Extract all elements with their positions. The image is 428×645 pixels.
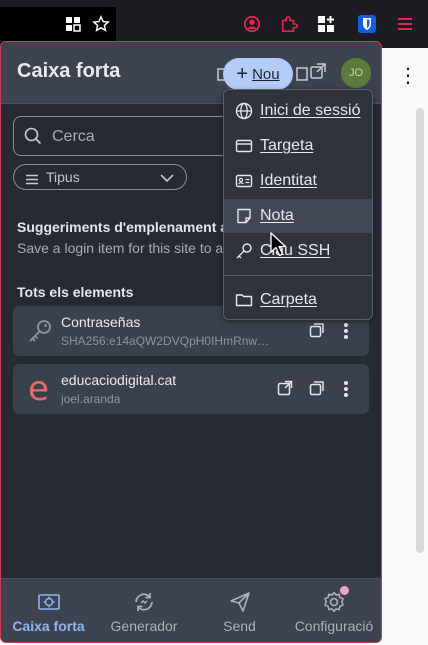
globe-icon bbox=[235, 102, 253, 120]
list-icon bbox=[26, 172, 38, 188]
key-icon bbox=[27, 318, 53, 349]
ssh-key-icon bbox=[235, 242, 253, 260]
new-button-label: Nou bbox=[252, 65, 280, 83]
menu-item-label: Carpeta bbox=[260, 291, 317, 308]
item-name[interactable]: Contraseñas bbox=[61, 314, 140, 330]
tab-vault[interactable]: Caixa forta bbox=[1, 579, 96, 642]
page-scrollbar[interactable] bbox=[416, 108, 424, 553]
menu-item-folder[interactable]: Carpeta bbox=[224, 283, 372, 317]
tab-label: Configuració bbox=[294, 617, 374, 634]
search-placeholder: Cerca bbox=[52, 128, 95, 145]
menu-item-ssh-key[interactable]: Clau SSH bbox=[224, 234, 372, 268]
page-title: Caixa forta bbox=[17, 60, 121, 82]
menu-divider bbox=[224, 275, 372, 276]
site-favicon-e: e bbox=[27, 369, 55, 410]
page-background: ⋮ bbox=[380, 48, 428, 645]
generator-icon bbox=[132, 590, 156, 614]
all-items-heading: Tots els elements bbox=[17, 284, 134, 300]
menu-item-login[interactable]: Inici de sessió bbox=[224, 94, 372, 128]
extensions-grid-icon[interactable] bbox=[316, 14, 336, 34]
folder-icon bbox=[235, 291, 253, 309]
more-options-icon[interactable] bbox=[343, 322, 361, 340]
menu-item-label: Targeta bbox=[260, 137, 314, 154]
id-card-icon bbox=[235, 172, 253, 190]
menu-item-identity[interactable]: Identitat bbox=[224, 164, 372, 198]
chevron-down-icon bbox=[160, 171, 174, 187]
tab-label: Caixa forta bbox=[12, 617, 85, 634]
menu-item-label: Identitat bbox=[260, 172, 317, 189]
copy-icon[interactable] bbox=[309, 380, 327, 398]
notification-badge bbox=[340, 586, 349, 595]
type-filter-select[interactable]: Tipus bbox=[13, 164, 187, 190]
account-icon[interactable] bbox=[242, 14, 262, 34]
more-options-icon[interactable]: ⋮ bbox=[398, 66, 418, 86]
send-icon bbox=[228, 590, 252, 614]
note-icon bbox=[235, 207, 253, 225]
item-subtitle: SHA256:e14aQW2DVQpH0IHmRnw… bbox=[61, 334, 270, 348]
autofill-suggestions-description: Save a login item for this site to a bbox=[17, 240, 224, 256]
menu-item-label: Inici de sessió bbox=[260, 102, 361, 119]
bitwarden-shield-icon[interactable] bbox=[357, 14, 377, 34]
menu-item-card[interactable]: Targeta bbox=[224, 129, 372, 163]
tab-send[interactable]: Send bbox=[192, 579, 287, 642]
copy-icon[interactable] bbox=[309, 322, 327, 340]
grid-icon[interactable] bbox=[63, 14, 83, 34]
tab-label: Generador bbox=[110, 617, 178, 634]
type-filter-label: Tipus bbox=[46, 169, 80, 185]
vault-icon bbox=[37, 590, 61, 614]
search-icon bbox=[24, 127, 42, 150]
star-icon[interactable] bbox=[91, 14, 111, 34]
tab-label: Send bbox=[223, 617, 256, 634]
new-item-button[interactable]: + Nou bbox=[223, 58, 293, 90]
vault-item[interactable]: e educaciodigital.cat joel.aranda bbox=[13, 364, 369, 414]
menu-item-note[interactable]: Nota bbox=[224, 199, 372, 233]
new-item-menu: Inici de sessió Targeta Identitat Nota C… bbox=[223, 89, 373, 320]
bottom-nav: Caixa forta Generador Send Configuració bbox=[1, 578, 381, 642]
tab-generator[interactable]: Generador bbox=[96, 579, 192, 642]
launch-icon[interactable] bbox=[277, 380, 295, 398]
card-icon bbox=[235, 137, 253, 155]
item-name[interactable]: educaciodigital.cat bbox=[61, 372, 176, 388]
mouse-cursor-icon bbox=[270, 232, 288, 263]
extension-icon[interactable] bbox=[279, 14, 299, 34]
avatar[interactable]: JO bbox=[341, 58, 371, 88]
tab-settings[interactable]: Configuració bbox=[287, 579, 381, 642]
more-options-icon[interactable] bbox=[343, 380, 361, 398]
menu-icon[interactable] bbox=[395, 14, 415, 34]
autofill-suggestions-heading: Suggeriments d'emplenament au bbox=[17, 219, 237, 235]
open-new-window-icon[interactable] bbox=[309, 62, 327, 80]
svg-text:e: e bbox=[28, 371, 49, 405]
item-subtitle: joel.aranda bbox=[61, 392, 121, 406]
menu-item-label: Nota bbox=[260, 207, 294, 224]
plus-icon: + bbox=[236, 63, 249, 85]
